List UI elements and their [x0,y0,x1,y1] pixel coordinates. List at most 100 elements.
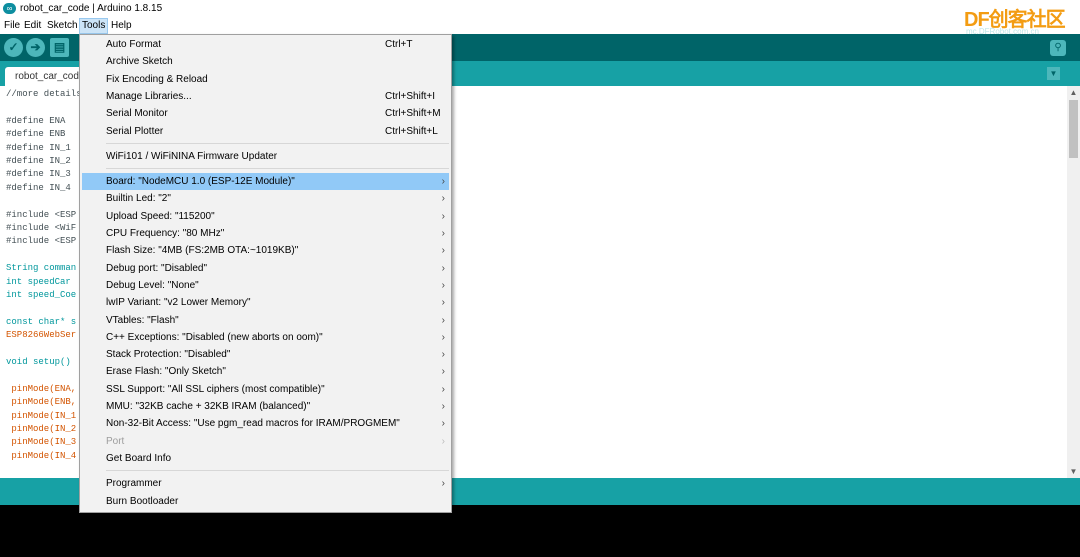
menu-item-label: SSL Support: "All SSL ciphers (most comp… [106,383,325,395]
menu-separator [106,168,449,170]
tools-menu: Auto Format Ctrl+T Archive Sketch Fix Encod… [79,34,452,513]
watermark-url: mc.DFRobot.com.cn [966,27,1039,36]
menu-bar: File Edit Sketch Tools Help [0,18,1080,34]
scroll-up-icon[interactable]: ▲ [1067,86,1080,99]
chevron-right-icon: › [441,193,445,205]
code-line: #define IN_1 [6,142,71,153]
new-file-icon: ▤ [53,40,66,54]
tools-menu-item[interactable]: Upload Speed: "115200" › [82,208,449,225]
title-bar: ∞ robot_car_code | Arduino 1.8.15 [0,0,1080,18]
tools-menu-item[interactable]: Programmer › [82,475,449,492]
menu-item-label: Builtin Led: "2" [106,193,171,205]
menu-item-label: Archive Sketch [106,56,173,68]
tools-menu-item[interactable]: C++ Exceptions: "Disabled (new aborts on… [82,329,449,346]
tools-menu-item[interactable]: Fix Encoding & Reload [82,71,449,88]
menu-item-label: Auto Format [106,39,162,50]
code-line: void setup() [6,357,71,367]
menu-item-label: Debug port: "Disabled" [106,262,208,274]
tools-menu-item[interactable]: Flash Size: "4MB (FS:2MB OTA:~1019KB)" › [82,242,449,259]
menu-item-label: VTables: "Flash" [106,314,179,326]
menu-tools[interactable]: Tools [79,18,109,34]
tools-menu-item[interactable]: Auto Format Ctrl+T [82,36,449,53]
code-line: pinMode(IN_1 [6,410,77,421]
window-title: robot_car_code | Arduino 1.8.15 [20,3,163,14]
menu-item-label: Port [106,435,125,447]
code-line: pinMode(IN_2 [6,424,77,434]
tools-menu-item[interactable]: Burn Bootloader [82,493,449,510]
code-line: int speed_Coe [6,290,77,300]
menu-item-shortcut: Ctrl+T [385,39,413,50]
tools-menu-item[interactable]: Builtin Led: "2" › [82,190,449,207]
menu-item-label: C++ Exceptions: "Disabled (new aborts on… [106,331,323,343]
code-line: pinMode(ENB, [6,397,77,408]
chevron-right-icon: › [441,297,445,309]
menu-item-label: Non-32-Bit Access: "Use pgm_read macros … [106,418,400,430]
menu-item-label: Fix Encoding & Reload [106,73,208,85]
scroll-thumb[interactable] [1069,100,1078,158]
tools-menu-item[interactable]: WiFi101 / WiFiNINA Firmware Updater [82,148,449,165]
chevron-right-icon: › [441,210,445,222]
upload-button[interactable]: ➔ [26,38,45,57]
tools-menu-item[interactable]: Board: "NodeMCU 1.0 (ESP-12E Module)" › [82,173,449,191]
code-line: ESP8266WebSer [6,330,77,341]
tools-menu-item[interactable]: SSL Support: "All SSL ciphers (most comp… [82,381,449,398]
verify-button[interactable]: ✓ [4,38,23,57]
code-line: #include <WiF [6,223,77,233]
tools-menu-item[interactable]: VTables: "Flash" › [82,312,449,329]
menu-help[interactable]: Help [109,19,134,33]
code-line: pinMode(IN_4 [6,450,77,461]
scroll-down-icon[interactable]: ▼ [1067,465,1080,478]
menu-item-label: Stack Protection: "Disabled" [106,349,231,361]
menu-item-label: Burn Bootloader [106,495,179,507]
tools-menu-item[interactable]: lwIP Variant: "v2 Lower Memory" › [82,294,449,311]
tools-menu-item[interactable]: Debug port: "Disabled" › [82,260,449,277]
code-line: #define IN_2 [6,156,71,166]
chevron-right-icon: › [441,401,445,412]
chevron-right-icon: › [441,279,445,291]
arrow-right-icon: ➔ [30,40,41,54]
code-line: #include <ESP [6,209,77,220]
editor-scrollbar[interactable]: ▲ ▼ [1067,86,1080,478]
tools-menu-item[interactable]: Serial Monitor Ctrl+Shift+M [82,105,449,122]
menu-file[interactable]: File [2,19,22,33]
menu-item-shortcut: Ctrl+Shift+L [385,125,438,137]
chevron-right-icon: › [441,383,445,395]
code-line: #include <ESP [6,236,77,247]
menu-item-label: MMU: "32KB cache + 32KB IRAM (balanced)" [106,401,311,412]
menu-item-label: Flash Size: "4MB (FS:2MB OTA:~1019KB)" [106,245,299,257]
tab-menu-chevron-down-icon[interactable]: ▼ [1047,67,1060,80]
tools-menu-item[interactable]: CPU Frequency: "80 MHz" › [82,225,449,242]
menu-item-label: Debug Level: "None" [106,279,199,291]
arduino-logo-icon: ∞ [3,3,16,14]
watermark: DF创客社区 mc.DFRobot.com.cn [964,3,1066,36]
menu-item-label: Board: "NodeMCU 1.0 (ESP-12E Module)" [106,176,295,188]
tools-menu-item[interactable]: Serial Plotter Ctrl+Shift+L [82,123,449,140]
menu-edit[interactable]: Edit [22,19,43,33]
chevron-right-icon: › [441,435,445,447]
tools-menu-item[interactable]: Debug Level: "None" › [82,277,449,294]
menu-separator [106,142,449,144]
tools-menu-item[interactable]: Archive Sketch [82,53,449,70]
menu-item-shortcut: Ctrl+Shift+I [385,90,436,102]
tools-menu-item[interactable]: Stack Protection: "Disabled" › [82,346,449,363]
tools-menu-item[interactable]: Get Board Info [82,450,449,467]
serial-monitor-button[interactable]: ⚲ [1050,40,1066,56]
new-button[interactable]: ▤ [50,38,69,57]
chevron-right-icon: › [441,228,445,239]
code-line: #define ENA [6,115,66,126]
menu-item-shortcut: Ctrl+Shift+M [385,108,441,120]
chevron-right-icon: › [441,349,445,361]
tab-robot-car-code[interactable]: robot_car_code [5,67,85,86]
tools-menu-item[interactable]: MMU: "32KB cache + 32KB IRAM (balanced)"… [82,398,449,415]
tools-menu-item[interactable]: Erase Flash: "Only Sketch" › [82,363,449,380]
menu-item-label: CPU Frequency: "80 MHz" [106,228,225,239]
menu-item-label: Serial Plotter [106,125,164,137]
menu-item-label: lwIP Variant: "v2 Lower Memory" [106,297,251,309]
code-line: int speedCar [6,276,71,287]
tools-menu-item[interactable]: Non-32-Bit Access: "Use pgm_read macros … [82,415,449,432]
menu-item-label: Upload Speed: "115200" [106,210,215,222]
tools-menu-item[interactable]: Manage Libraries... Ctrl+Shift+I [82,88,449,105]
menu-sketch[interactable]: Sketch [45,19,80,33]
chevron-right-icon: › [441,245,445,257]
tools-menu-item: Port › [82,433,449,450]
